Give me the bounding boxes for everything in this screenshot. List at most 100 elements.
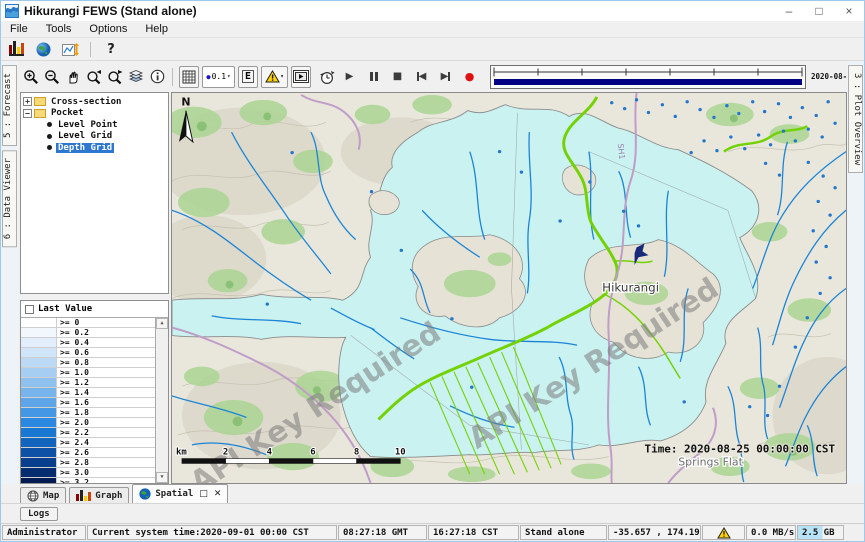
title-bar[interactable]: Hikurangi FEWS (Stand alone) – □ × <box>1 1 864 21</box>
legend-row[interactable]: >= 0.2 <box>21 328 155 338</box>
close-button[interactable]: × <box>834 4 864 18</box>
info-button[interactable] <box>147 66 167 88</box>
tab-maximize-button[interactable]: □ <box>199 489 208 499</box>
legend-row[interactable]: >= 3.2 <box>21 478 155 483</box>
legend-row[interactable]: >= 2.8 <box>21 458 155 468</box>
map-label-locality: Springs Flat <box>678 455 743 468</box>
map-view[interactable]: API Key Required API Key Required Hikura… <box>171 92 847 484</box>
animation-export-button[interactable] <box>291 66 311 88</box>
maximize-button[interactable]: □ <box>804 4 834 18</box>
grid-display-button[interactable] <box>179 66 199 88</box>
tab-data-viewer[interactable]: 6 : Data Viewer <box>2 150 17 247</box>
monitoring-point <box>623 107 626 110</box>
spatial-display-button[interactable] <box>33 40 53 59</box>
legend-swatch <box>21 388 57 397</box>
tree-item-pocket[interactable]: − Pocket <box>23 108 166 120</box>
database-display-button[interactable] <box>6 40 26 59</box>
bottom-tab-bar: Map Graph Spatial □ ✕ <box>1 484 864 504</box>
legend-row[interactable]: >= 1.8 <box>21 408 155 418</box>
tree-item-cross-section[interactable]: + Cross-section <box>23 96 166 108</box>
legend-swatch <box>21 418 57 427</box>
tab-graph[interactable]: Graph <box>69 487 129 503</box>
animation-settings-button[interactable] <box>317 66 337 88</box>
legend-scrollbar[interactable]: ▲ ▼ <box>155 318 168 483</box>
legend-row[interactable]: >= 2.2 <box>21 428 155 438</box>
legend-swatch <box>21 398 57 407</box>
zoom-previous-button[interactable] <box>84 66 104 88</box>
pan-button[interactable] <box>63 66 83 88</box>
tab-forecast[interactable]: 5 : Forecast <box>2 65 17 146</box>
legend-label: >= 0.6 <box>57 348 155 357</box>
legend-panel: Last Value >= 0>= 0.2>= 0.4>= 0.6>= 0.8>… <box>20 300 169 484</box>
timeline-track <box>491 66 805 88</box>
tab-map[interactable]: Map <box>20 487 66 503</box>
tree-item-level-grid[interactable]: Level Grid <box>23 131 166 143</box>
pause-button[interactable] <box>367 68 380 86</box>
minimize-button[interactable]: – <box>774 4 804 18</box>
legend-row[interactable]: >= 1.0 <box>21 368 155 378</box>
scale-tick-label: 4 <box>267 448 272 458</box>
tree-item-level-point[interactable]: Level Point <box>23 119 166 131</box>
layers-button[interactable] <box>126 66 146 88</box>
label-e-icon: E <box>242 70 254 83</box>
record-button[interactable]: ● <box>463 68 476 86</box>
left-panel: + Cross-section − Pocket Level Point <box>20 92 171 484</box>
tree-item-depth-grid[interactable]: Depth Grid <box>23 142 166 154</box>
last-value-checkbox[interactable] <box>25 305 34 314</box>
zoom-next-button[interactable] <box>105 66 125 88</box>
legend-row[interactable]: >= 2.4 <box>21 438 155 448</box>
interval-dropdown[interactable]: ● 0.1 ▾ <box>202 66 235 88</box>
monitoring-point <box>833 186 836 189</box>
tab-plot-overview[interactable]: 3 : Plot Overview <box>848 65 863 173</box>
legend-swatch <box>21 368 57 377</box>
warning-dropdown-button[interactable]: ▾ <box>261 66 288 88</box>
zoom-out-button[interactable] <box>42 66 62 88</box>
timeline-slider[interactable] <box>490 65 806 89</box>
zoom-next-icon <box>107 69 124 85</box>
legend-row[interactable]: >= 0.4 <box>21 338 155 348</box>
timeseries-display-button[interactable] <box>60 40 80 59</box>
monitoring-point <box>370 190 373 193</box>
expand-icon[interactable]: + <box>23 97 32 106</box>
legend-label: >= 2.4 <box>57 438 155 447</box>
legend-row[interactable]: >= 3.0 <box>21 468 155 478</box>
stop-button[interactable]: ■ <box>391 68 404 86</box>
bullet-icon <box>47 145 52 150</box>
logs-button[interactable]: Logs <box>20 507 58 521</box>
skip-to-start-button[interactable]: ◀ <box>415 68 428 86</box>
scroll-down-button[interactable]: ▼ <box>156 472 168 483</box>
legend-row[interactable]: >= 2.0 <box>21 418 155 428</box>
menu-options[interactable]: Options <box>80 23 136 35</box>
tree-label: Cross-section <box>49 97 123 107</box>
question-mark-icon: ? <box>107 42 115 57</box>
zoom-in-button[interactable] <box>21 66 41 88</box>
menu-help[interactable]: Help <box>136 23 177 35</box>
play-button[interactable]: ▶ <box>343 68 356 86</box>
legend-row[interactable]: >= 1.4 <box>21 388 155 398</box>
help-button[interactable]: ? <box>101 40 121 59</box>
legend-swatch <box>21 438 57 447</box>
collapse-icon[interactable]: − <box>23 109 32 118</box>
monitoring-point <box>715 149 718 152</box>
monitoring-point <box>685 100 688 103</box>
status-memory: 2.5 GB <box>797 525 844 540</box>
tab-spatial[interactable]: Spatial □ ✕ <box>132 484 228 503</box>
label-display-button[interactable]: E <box>238 66 258 88</box>
legend-row[interactable]: >= 2.6 <box>21 448 155 458</box>
legend-rows: >= 0>= 0.2>= 0.4>= 0.6>= 0.8>= 1.0>= 1.2… <box>21 318 155 483</box>
skip-to-end-button[interactable]: ▶ <box>439 68 452 86</box>
menu-tools[interactable]: Tools <box>37 23 81 35</box>
tab-close-button[interactable]: ✕ <box>214 489 222 499</box>
monitoring-point <box>647 111 650 114</box>
status-local-time: 16:27:18 CST <box>428 525 519 540</box>
scale-tick-label: 2 <box>223 448 228 458</box>
legend-row[interactable]: >= 0.6 <box>21 348 155 358</box>
menu-file[interactable]: File <box>1 23 37 35</box>
legend-row[interactable]: >= 1.6 <box>21 398 155 408</box>
scroll-up-button[interactable]: ▲ <box>156 318 168 329</box>
layer-tree: + Cross-section − Pocket Level Point <box>20 92 169 294</box>
legend-row[interactable]: >= 0.8 <box>21 358 155 368</box>
legend-row[interactable]: >= 0 <box>21 318 155 328</box>
legend-row[interactable]: >= 1.2 <box>21 378 155 388</box>
main-toolbar: ? <box>1 38 864 61</box>
